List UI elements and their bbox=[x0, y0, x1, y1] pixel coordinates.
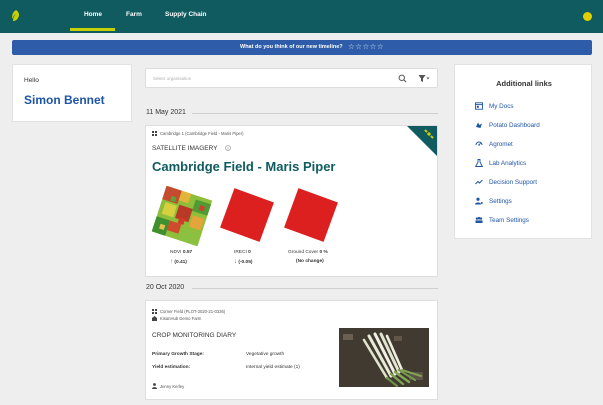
greeting-card: Hello Simon Bennet bbox=[12, 64, 132, 122]
nav-home[interactable]: Home bbox=[73, 11, 113, 18]
card-type-heading: SATELLITE IMAGERY bbox=[152, 145, 218, 152]
link-agromet[interactable]: Agromet bbox=[475, 140, 585, 149]
ground-cover-change-value: (No change) bbox=[296, 259, 324, 264]
ireci-change-value: (-0.05) bbox=[238, 260, 253, 265]
search-icon[interactable] bbox=[398, 74, 407, 83]
ndvi-change: ↑ (0.41) bbox=[170, 259, 187, 265]
user-account-icon[interactable] bbox=[583, 12, 592, 21]
ireci-metric: IRECI 0 bbox=[234, 250, 251, 255]
field-icon bbox=[152, 131, 157, 136]
field-icon bbox=[152, 309, 157, 314]
farm-name: KisanHub Demo Farm bbox=[160, 316, 202, 321]
link-label: Potato Dashboard bbox=[489, 122, 540, 129]
timeline-divider bbox=[192, 113, 438, 114]
app-logo-icon[interactable] bbox=[10, 9, 22, 23]
arrow-down-icon: ↓ bbox=[234, 259, 237, 265]
additional-links-panel: Additional links My Docs Potato Dashboar… bbox=[454, 64, 592, 239]
satellite-imagery-card[interactable]: Cambridge 1 (Cambridge Field - Maris Pip… bbox=[145, 125, 438, 277]
ndvi-label: NDVI bbox=[170, 250, 182, 255]
ireci-label: IRECI bbox=[234, 250, 247, 255]
ground-cover-value: 0 % bbox=[319, 250, 328, 255]
timeline-divider bbox=[192, 288, 438, 289]
link-label: Decision Support bbox=[489, 179, 537, 186]
top-nav-bar: Home Farm Supply Chain bbox=[0, 0, 603, 33]
person-icon bbox=[152, 383, 157, 389]
growth-stage-value: Vegetative growth bbox=[246, 352, 285, 357]
link-decision-support[interactable]: Decision Support bbox=[475, 178, 585, 187]
ndvi-map-image[interactable] bbox=[150, 186, 214, 246]
growth-stage-label: Primary Growth Stage: bbox=[152, 352, 204, 357]
link-label: Lab Analytics bbox=[489, 160, 527, 167]
field-reference: Cambridge 1 (Cambridge Field - Maris Pip… bbox=[160, 131, 244, 136]
ground-cover-change: (No change) bbox=[296, 259, 324, 264]
feedback-question: What do you think of our new timeline? bbox=[240, 44, 343, 50]
user-name: Simon Bennet bbox=[24, 93, 105, 107]
nav-home-active-indicator bbox=[70, 28, 115, 31]
organisation-search bbox=[145, 68, 438, 88]
info-icon[interactable] bbox=[225, 145, 231, 151]
ground-cover-label: Ground Cover bbox=[288, 250, 319, 255]
timeline-date: 11 May 2021 bbox=[146, 109, 186, 116]
feedback-banner: What do you think of our new timeline? ☆… bbox=[12, 40, 592, 55]
yield-estimation-value: Internal yield estimate (1) bbox=[246, 365, 300, 370]
crop-diary-card[interactable]: Corner Field (PLOT-2020-21-0336) KisanHu… bbox=[145, 300, 438, 400]
team-icon bbox=[475, 216, 483, 223]
link-potato-dashboard[interactable]: Potato Dashboard bbox=[475, 121, 585, 130]
ndvi-change-value: (0.41) bbox=[174, 260, 187, 265]
timeline-date: 20 Oct 2020 bbox=[146, 284, 185, 291]
link-my-docs[interactable]: My Docs bbox=[475, 102, 585, 111]
link-settings[interactable]: Settings bbox=[475, 197, 585, 206]
ireci-change: ↓ (-0.05) bbox=[234, 259, 252, 265]
link-label: Team Settings bbox=[489, 217, 529, 224]
link-label: My Docs bbox=[489, 103, 514, 110]
arrow-up-icon: ↑ bbox=[170, 259, 173, 265]
docs-icon bbox=[475, 102, 483, 110]
satellite-icon bbox=[424, 129, 434, 139]
link-label: Agromet bbox=[489, 141, 513, 148]
link-lab-analytics[interactable]: Lab Analytics bbox=[475, 159, 585, 168]
additional-links-title: Additional links bbox=[496, 79, 552, 88]
author-name: Jenny Kerley bbox=[160, 384, 185, 389]
decision-icon bbox=[475, 179, 483, 185]
ireci-value: 0 bbox=[248, 250, 251, 255]
ireci-map-image[interactable] bbox=[216, 186, 276, 246]
ground-cover-map-image[interactable] bbox=[280, 186, 340, 246]
potato-icon bbox=[476, 122, 482, 128]
link-label: Settings bbox=[489, 198, 512, 205]
rating-stars[interactable]: ☆☆☆☆☆ bbox=[348, 42, 384, 51]
card-type-heading: CROP MONITORING DIARY bbox=[152, 332, 237, 339]
ground-cover-metric: Ground Cover 0 % bbox=[288, 250, 328, 255]
ndvi-metric: NDVI 0.57 bbox=[170, 250, 192, 255]
field-title[interactable]: Cambridge Field - Maris Piper bbox=[152, 159, 336, 174]
yield-estimation-label: Yield estimation: bbox=[152, 365, 191, 370]
ndvi-value: 0.57 bbox=[182, 250, 193, 255]
link-team-settings[interactable]: Team Settings bbox=[475, 216, 585, 225]
greeting-label: Hello bbox=[24, 77, 39, 84]
agromet-icon bbox=[475, 141, 483, 146]
nav-supply-chain[interactable]: Supply Chain bbox=[165, 11, 207, 18]
farm-icon bbox=[152, 316, 157, 321]
organisation-search-input[interactable] bbox=[146, 69, 386, 87]
user-settings-icon bbox=[475, 197, 483, 205]
nav-farm[interactable]: Farm bbox=[126, 11, 142, 18]
filter-icon[interactable] bbox=[418, 74, 430, 83]
flask-icon bbox=[475, 159, 483, 167]
field-reference: Corner Field (PLOT-2020-21-0336) bbox=[160, 309, 226, 314]
crop-photo[interactable] bbox=[339, 328, 429, 387]
